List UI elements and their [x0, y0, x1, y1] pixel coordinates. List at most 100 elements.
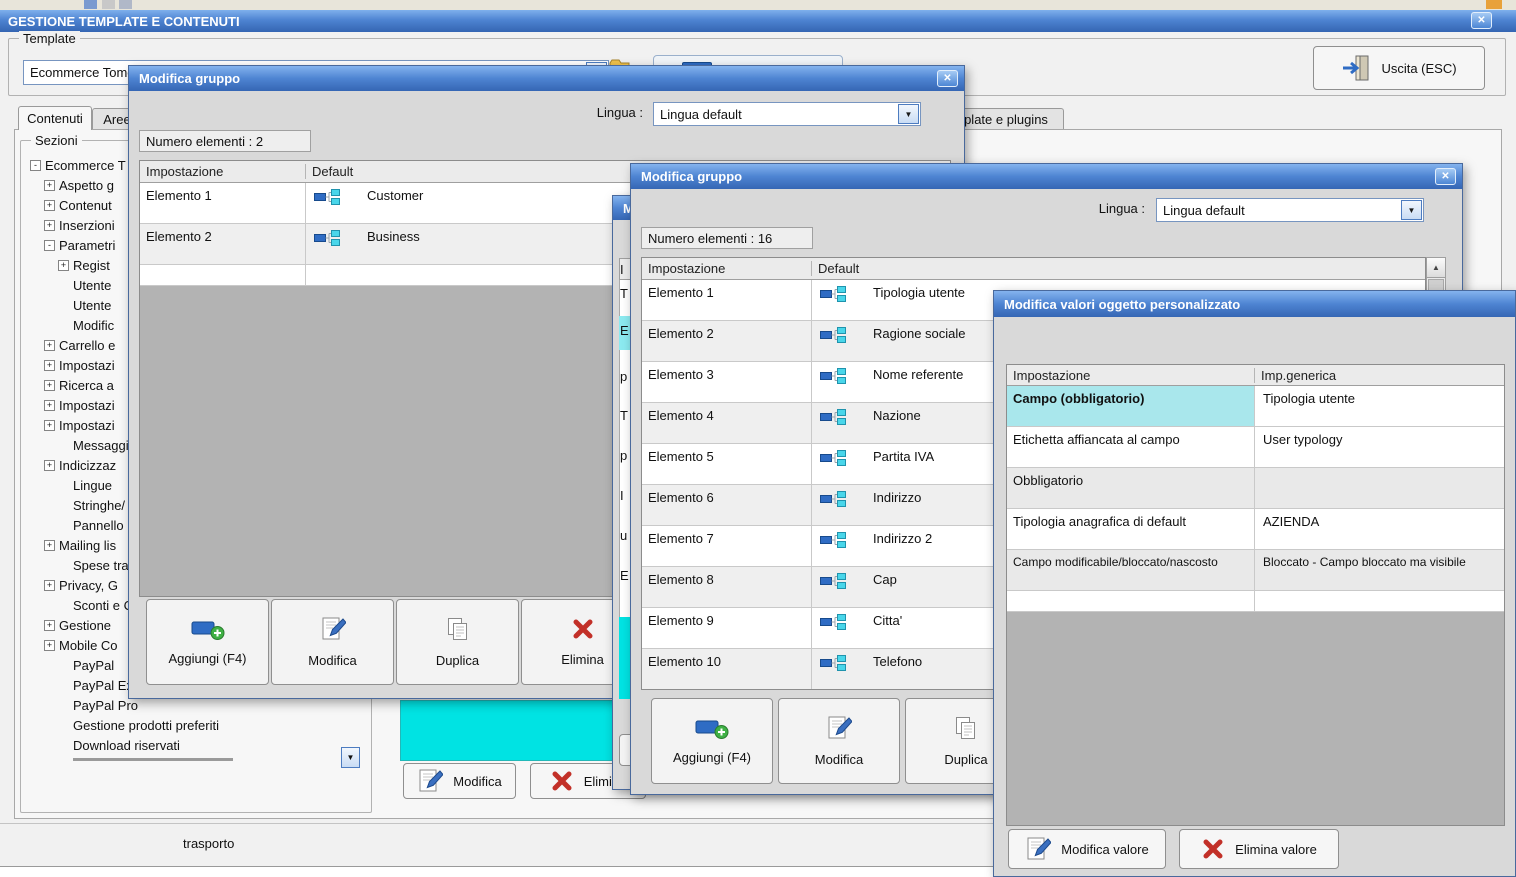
table-row[interactable]: Obbligatorio — [1007, 468, 1504, 509]
expand-icon[interactable]: + — [44, 359, 55, 371]
expand-icon[interactable]: + — [44, 639, 55, 651]
expand-icon[interactable]: + — [44, 619, 55, 631]
tree-item-label: Inserzioni — [59, 217, 115, 233]
numero-elementi-field: Numero elementi : 16 — [641, 227, 813, 249]
expand-icon[interactable]: + — [44, 459, 55, 471]
row-name: Elemento 4 — [642, 403, 812, 443]
toolbar-fragment-icon — [119, 0, 132, 9]
tree-item[interactable]: Download riservati — [26, 735, 356, 755]
modifica-button-label: Modifica — [453, 773, 502, 789]
row-value: Cap — [873, 572, 897, 587]
row-value: Indirizzo 2 — [873, 531, 933, 546]
group-element-icon — [820, 573, 846, 589]
close-icon[interactable]: ✕ — [1471, 12, 1492, 29]
edit-icon — [828, 716, 852, 739]
template-groupbox-label: Template — [19, 31, 80, 46]
chevron-down-icon[interactable]: ▼ — [898, 104, 919, 124]
row-name: Elemento 2 — [642, 321, 812, 361]
table-header: Impostazione Imp.generica — [1007, 365, 1504, 386]
sezioni-groupbox-label: Sezioni — [31, 133, 82, 148]
chevron-down-icon[interactable]: ▼ — [1401, 200, 1422, 220]
footer-label: trasporto — [183, 836, 235, 851]
elimina-button-label: Elimina — [561, 652, 604, 667]
elimina-valore-button[interactable]: Elimina valore — [1179, 829, 1339, 869]
chevron-down-icon[interactable]: ▼ — [341, 747, 360, 768]
expand-icon[interactable]: + — [44, 379, 55, 391]
dialog-title: Modifica gruppo — [641, 169, 743, 184]
collapse-icon[interactable]: - — [44, 239, 55, 251]
exit-button[interactable]: Uscita (ESC) — [1313, 46, 1485, 90]
expand-icon[interactable]: + — [44, 199, 55, 211]
scroll-up-icon[interactable]: ▲ — [1427, 258, 1445, 278]
tree-item[interactable]: Gestione prodotti preferiti — [26, 715, 356, 735]
table-row[interactable]: Campo modificabile/bloccato/nascosto Blo… — [1007, 550, 1504, 591]
modifica-button[interactable]: Modifica — [271, 599, 394, 685]
expand-icon[interactable]: + — [58, 259, 69, 271]
modifica-button[interactable]: Modifica — [778, 698, 900, 784]
dialog-titlebar: Modifica gruppo — [129, 66, 964, 91]
tree-item-label: Carrello e — [59, 337, 116, 353]
close-icon[interactable]: ✕ — [937, 70, 958, 87]
tab-contenuti[interactable]: Contenuti — [18, 106, 92, 130]
tab-template-plugins[interactable]: plate e plugins — [948, 108, 1064, 130]
tree-item-label: Modific — [73, 317, 115, 333]
group-element-icon — [820, 286, 846, 302]
tree-item-label: Aspetto g — [59, 177, 114, 193]
duplica-button[interactable]: Duplica — [396, 599, 519, 685]
row-value: Nome referente — [873, 367, 964, 382]
exit-door-icon — [1341, 54, 1370, 82]
row-name: Elemento 8 — [642, 567, 812, 607]
modifica-valore-label: Modifica valore — [1061, 841, 1149, 857]
row-value: User typology — [1263, 432, 1343, 447]
tab-label: plate e plugins — [964, 112, 1048, 127]
tree-item-label: Gestione prodotti preferiti — [73, 717, 219, 733]
lingua-combo[interactable]: Lingua default ▼ — [1156, 198, 1424, 222]
group-element-icon — [820, 409, 846, 425]
close-icon[interactable]: ✕ — [1435, 168, 1456, 185]
expand-icon[interactable]: + — [44, 179, 55, 191]
toolbar-fragment-icon — [102, 0, 115, 9]
row-name: Elemento 5 — [642, 444, 812, 484]
table-row[interactable]: Etichetta affiancata al campo User typol… — [1007, 427, 1504, 468]
table-row[interactable]: Tipologia anagrafica di default AZIENDA — [1007, 509, 1504, 550]
group-element-icon — [314, 189, 340, 205]
group-element-icon — [820, 491, 846, 507]
aggiungi-button[interactable]: Aggiungi (F4) — [146, 599, 269, 685]
row-name: Elemento 2 — [140, 224, 306, 264]
expand-icon[interactable]: + — [44, 339, 55, 351]
lingua-label: Lingua : — [596, 105, 643, 120]
group-element-icon — [820, 327, 846, 343]
duplica-button-label: Duplica — [435, 653, 480, 668]
toolbar-fragment-icon — [1486, 0, 1502, 9]
modifica-button[interactable]: Modifica — [403, 763, 516, 799]
table-row[interactable]: Campo (obbligatorio) Tipologia utente — [1007, 386, 1504, 427]
tree-item-label: Privacy, G — [59, 577, 118, 593]
expand-icon[interactable]: + — [44, 219, 55, 231]
tree-item-label: Ecommerce T — [45, 157, 126, 173]
expand-icon[interactable]: + — [44, 419, 55, 431]
expand-icon[interactable]: + — [44, 579, 55, 591]
delete-icon — [571, 617, 595, 641]
aggiungi-button[interactable]: Aggiungi (F4) — [651, 698, 773, 784]
row-name: Etichetta affiancata al campo — [1007, 427, 1255, 467]
table-row-empty[interactable] — [1007, 591, 1504, 612]
row-name: Elemento 10 — [642, 649, 812, 689]
row-name: Campo modificabile/bloccato/nascosto — [1007, 550, 1255, 590]
group-element-icon — [820, 532, 846, 548]
edit-icon — [1027, 837, 1052, 860]
modifica-valore-button[interactable]: Modifica valore — [1008, 829, 1166, 869]
tab-label: Contenuti — [27, 111, 83, 126]
tree-item-label: PayPal Ex — [73, 677, 133, 693]
expand-icon[interactable]: + — [44, 539, 55, 551]
expand-icon[interactable]: + — [44, 399, 55, 411]
row-value: Ragione sociale — [873, 326, 966, 341]
dialog-modifica-valori: Modifica valori oggetto personalizzato I… — [993, 290, 1516, 877]
clipped-tree-item — [26, 755, 356, 763]
collapse-icon[interactable]: - — [30, 159, 41, 171]
row-name: Elemento 3 — [642, 362, 812, 402]
tree-item-label: Impostazi — [59, 397, 115, 413]
row-name: Tipologia anagrafica di default — [1007, 509, 1255, 549]
row-value: Business — [367, 229, 420, 244]
row-name: Campo (obbligatorio) — [1007, 386, 1255, 426]
lingua-combo[interactable]: Lingua default ▼ — [653, 102, 921, 126]
